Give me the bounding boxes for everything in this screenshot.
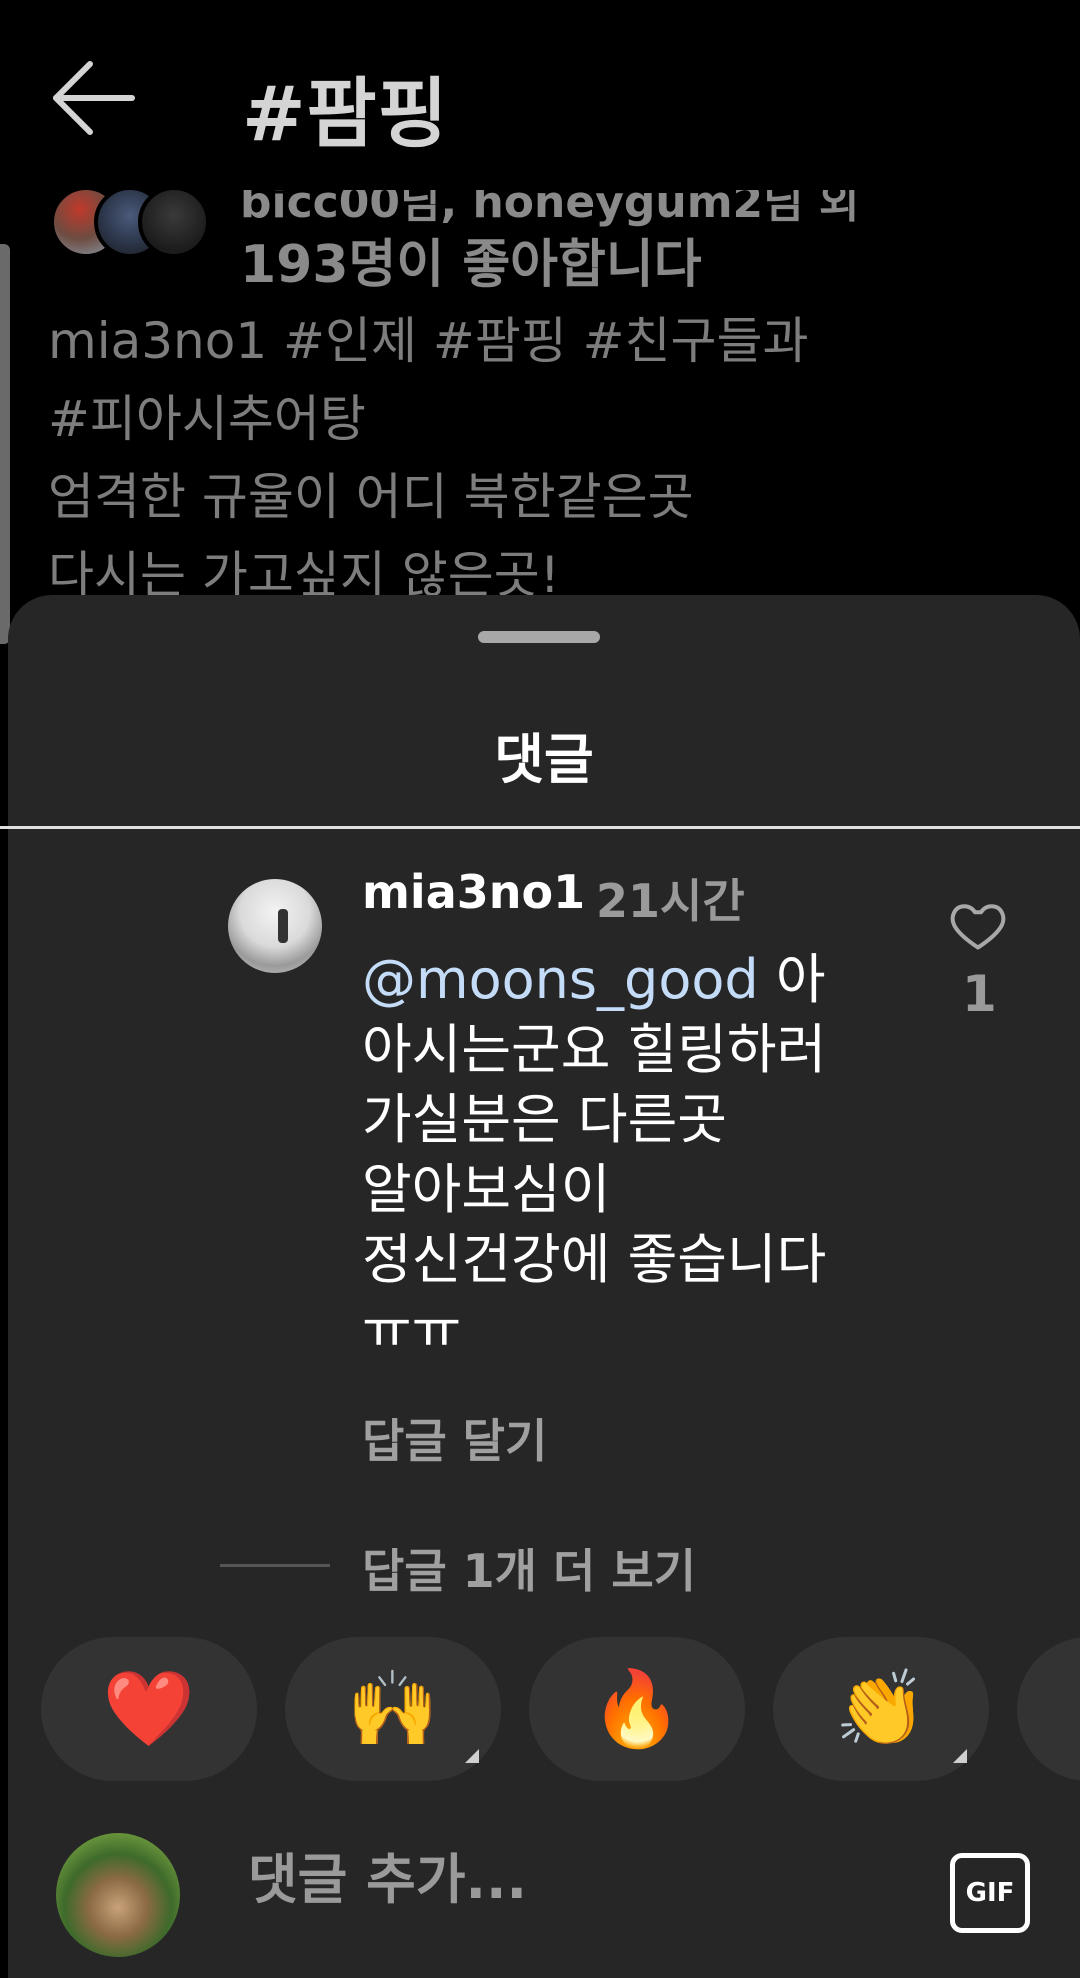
sheet-drag-handle[interactable] [478, 631, 600, 643]
divider [220, 1564, 330, 1567]
skin-tone-indicator-icon [953, 1749, 967, 1763]
caption-line: 엄격한 규율이 어디 북한같은곳 [48, 468, 694, 526]
top-bar: #팜핑 [0, 0, 1080, 190]
reaction-more-button[interactable] [1017, 1637, 1080, 1781]
heart-emoji-icon: ❤️ [102, 1665, 196, 1752]
post-caption: mia3no1 #인제 #팜핑 #친구들과 #피아시추어탕 엄격한 규율이 어디… [48, 302, 1048, 610]
fire-emoji-icon: 🔥 [590, 1665, 684, 1752]
reply-button[interactable]: 답글 달기 [362, 1405, 547, 1471]
sheet-title: 댓글 [494, 728, 594, 791]
comment-line: 정신건강에 좋습니다 [362, 1228, 827, 1291]
reaction-clapping-button[interactable]: 👏 [773, 1637, 989, 1781]
back-arrow-icon[interactable] [52, 58, 142, 138]
comments-sheet: 댓글 mia3no1 21시간 @moons_good 아 아시는군요 힐링하러… [0, 595, 1080, 1978]
edge-scroll-handle[interactable] [0, 244, 10, 644]
avatar [138, 190, 210, 258]
clapping-hands-emoji-icon: 👏 [834, 1665, 928, 1752]
likes-count-text[interactable]: 193명이 좋아합니다 [240, 222, 702, 297]
like-count: 1 [962, 965, 997, 1023]
mention-link[interactable]: @moons_good [362, 948, 759, 1011]
comment-line: 가실분은 다른곳 [362, 1088, 727, 1151]
my-avatar [56, 1833, 180, 1957]
post-preview: bicc00님, honeygum2님 외 193명이 좋아합니다 mia3no… [0, 190, 1080, 610]
reaction-raising-hands-button[interactable]: 🙌 [285, 1637, 501, 1781]
gif-button[interactable]: GIF [950, 1853, 1030, 1933]
reaction-fire-button[interactable]: 🔥 [529, 1637, 745, 1781]
view-more-replies-button[interactable]: 답글 1개 더 보기 [362, 1535, 696, 1601]
page-title: #팜핑 [242, 69, 449, 158]
skin-tone-indicator-icon [465, 1749, 479, 1763]
caption-line: #인제 #팜핑 #친구들과 [283, 312, 809, 370]
divider [0, 826, 1080, 829]
reaction-heart-button[interactable]: ❤️ [41, 1637, 257, 1781]
caption-username[interactable]: mia3no1 [48, 312, 267, 370]
comment-line: ㅠㅠ [362, 1298, 462, 1361]
commenter-avatar[interactable] [228, 879, 322, 973]
comment-line: 아시는군요 힐링하러 [362, 1018, 827, 1081]
comment-time: 21시간 [596, 874, 745, 928]
comment-input[interactable] [246, 1847, 890, 1912]
comment-line: 알아보심이 [362, 1158, 611, 1221]
comment-username[interactable]: mia3no1 [362, 865, 585, 919]
heart-outline-icon[interactable] [948, 895, 1008, 955]
comment-text: @moons_good 아 아시는군요 힐링하러 가실분은 다른곳 알아보심이 … [362, 945, 882, 1365]
caption-line: #피아시추어탕 [48, 390, 366, 448]
comment-line: 아 [775, 948, 826, 1011]
raising-hands-emoji-icon: 🙌 [346, 1665, 440, 1752]
